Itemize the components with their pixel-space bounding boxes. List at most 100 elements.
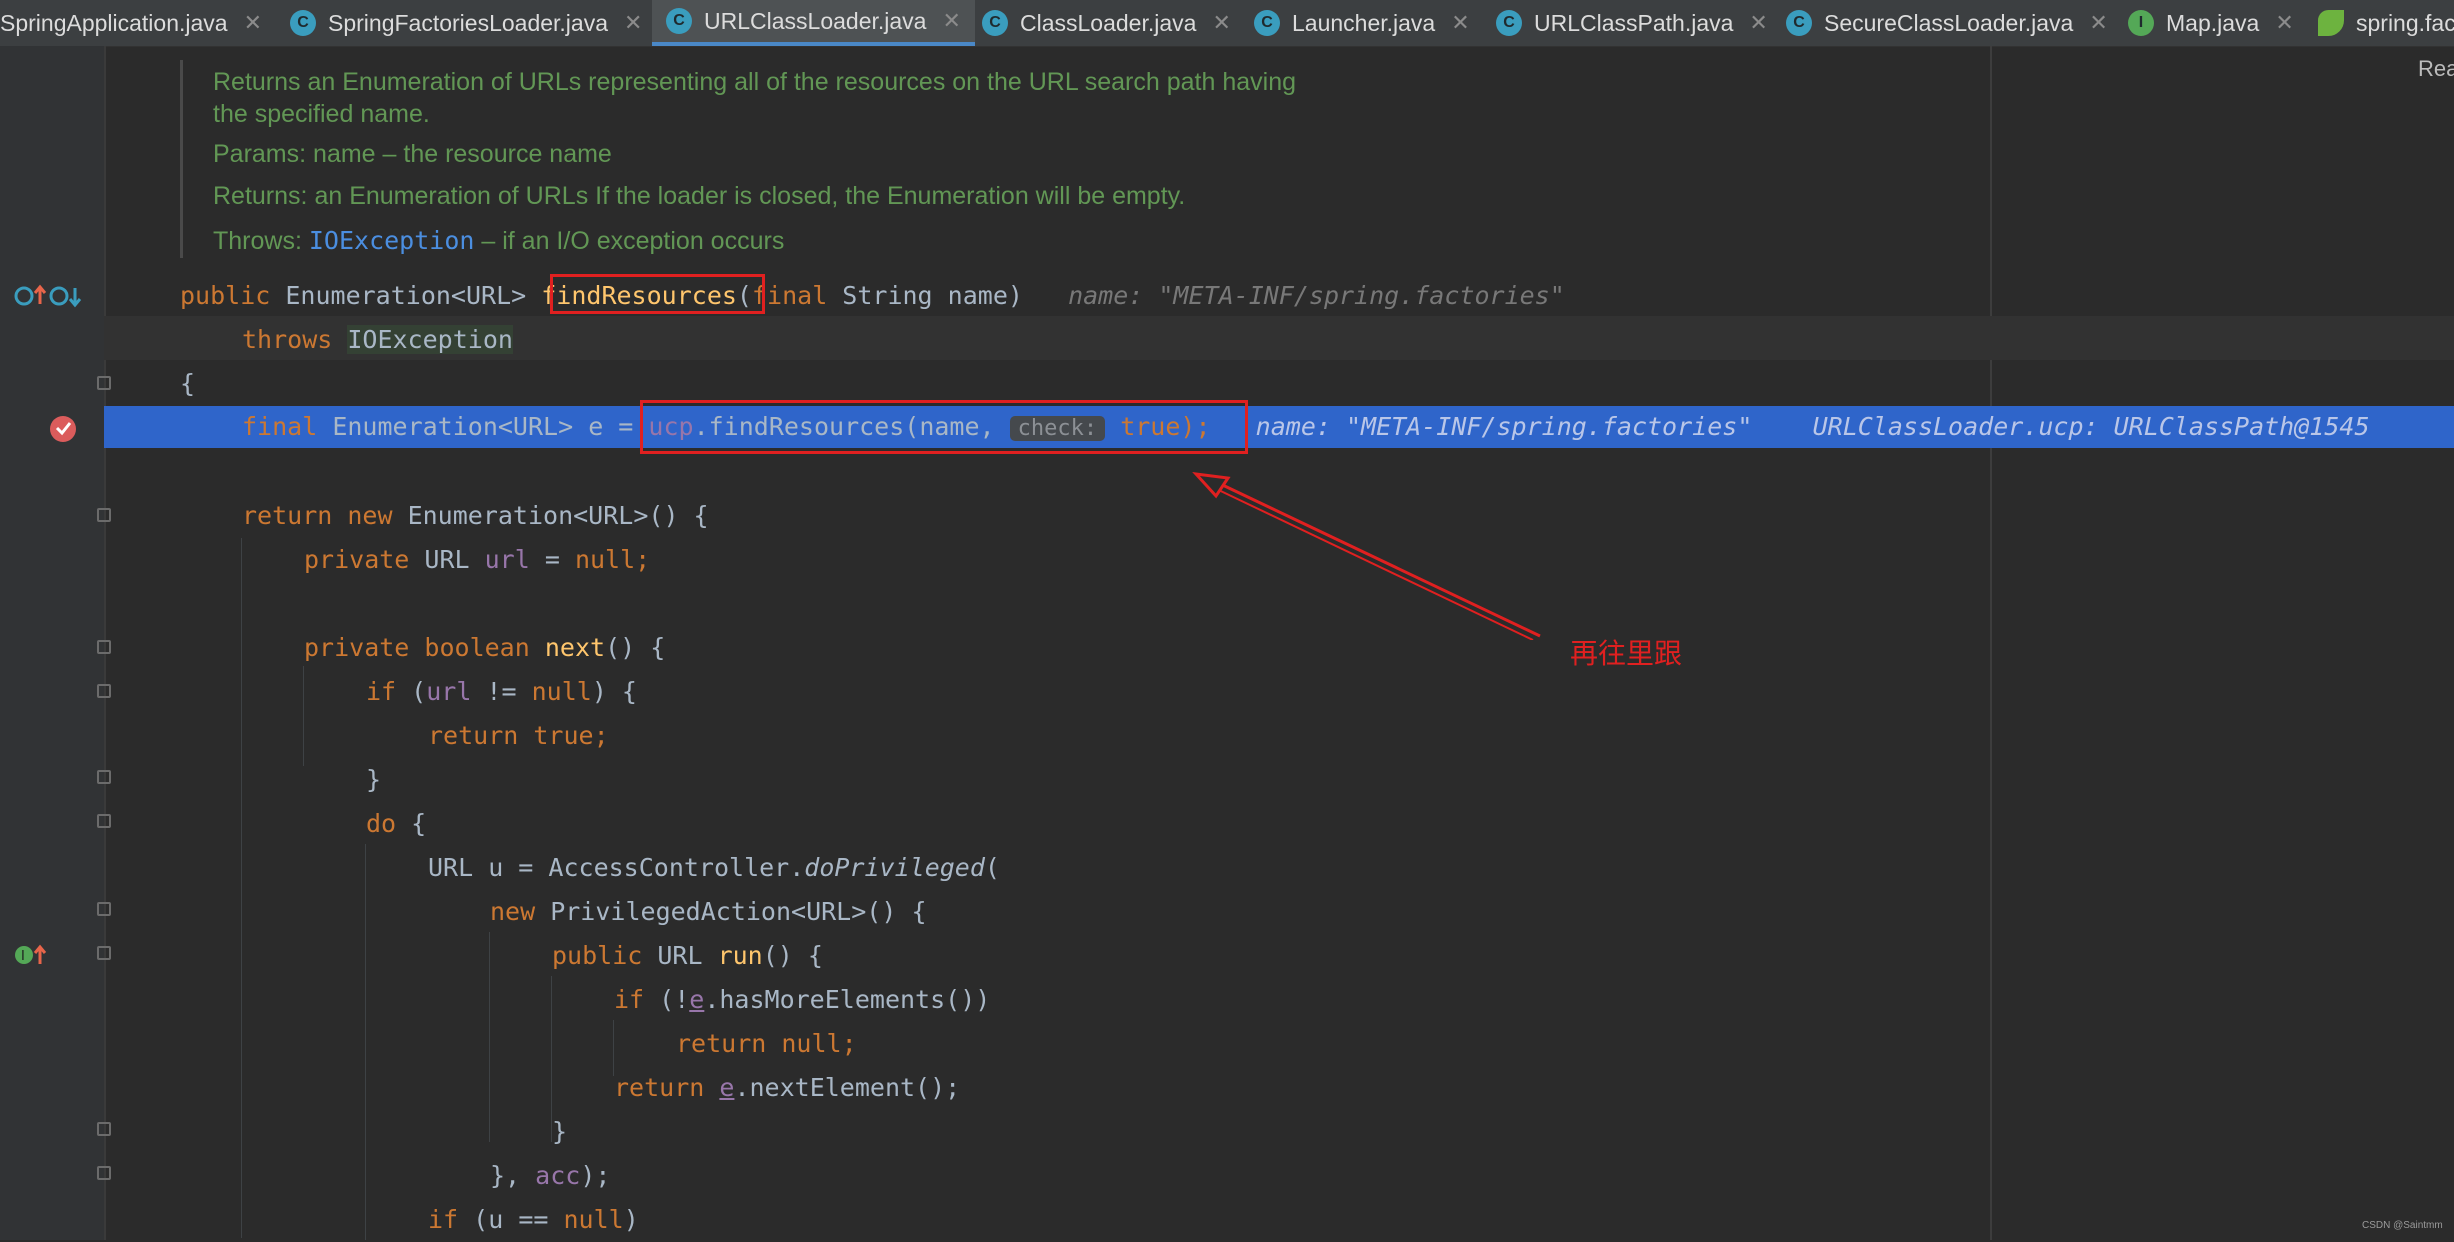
right-margin-guide xyxy=(1990,46,1992,1240)
tab-spring-factories[interactable]: spring.fac xyxy=(2318,0,2454,46)
code-line[interactable]: new PrivilegedAction<URL>() { xyxy=(490,890,927,934)
keyword: return xyxy=(614,1073,705,1102)
doc-summary-line: the specified name. xyxy=(213,100,430,128)
overrides-up-down-icon[interactable] xyxy=(12,282,82,310)
code-line[interactable]: } xyxy=(552,1110,567,1154)
code-text: .nextElement(); xyxy=(734,1073,961,1102)
code-text: != xyxy=(471,677,532,706)
code-line-execution-point[interactable]: final Enumeration<URL> e = ucp.findResou… xyxy=(242,406,2370,448)
breakpoint-icon[interactable] xyxy=(48,412,80,444)
tab-springapplication[interactable]: SpringApplication.java ✕ xyxy=(0,0,262,46)
code-line[interactable]: { xyxy=(180,362,195,406)
code-text: ) { xyxy=(591,677,637,706)
close-icon[interactable]: ✕ xyxy=(2275,10,2293,36)
fold-marker[interactable] xyxy=(97,1122,111,1136)
code-line[interactable]: public Enumeration<URL> findResources(fi… xyxy=(180,274,1565,318)
indent-guide xyxy=(241,538,242,1238)
code-line[interactable]: return new Enumeration<URL>() { xyxy=(242,494,709,538)
tab-springfactoriesloader[interactable]: C SpringFactoriesLoader.java ✕ xyxy=(290,0,642,46)
reader-mode-label[interactable]: Rea xyxy=(2418,56,2454,82)
fold-marker[interactable] xyxy=(97,814,111,828)
tab-map[interactable]: I Map.java ✕ xyxy=(2128,0,2294,46)
close-icon[interactable]: ✕ xyxy=(624,10,642,36)
code-text: ) xyxy=(623,1205,639,1234)
fold-marker[interactable] xyxy=(97,946,111,960)
code-line[interactable]: do { xyxy=(366,802,426,846)
class-icon: C xyxy=(982,10,1008,36)
debug-value-hint: URLClassLoader.ucp: URLClassPath@1545 xyxy=(1812,412,2370,441)
fold-marker[interactable] xyxy=(97,376,111,390)
doc-throws-link[interactable]: IOException xyxy=(309,226,475,255)
editor-gutter xyxy=(0,46,104,1240)
tab-urlclasspath[interactable]: C URLClassPath.java ✕ xyxy=(1496,0,1768,46)
doc-returns: Returns: an Enumeration of URLs If the l… xyxy=(213,182,1185,211)
tab-label: spring.fac xyxy=(2356,9,2454,36)
field-name: e xyxy=(719,1073,735,1102)
code-text: Enumeration<URL> xyxy=(270,281,542,310)
keyword: public xyxy=(180,281,271,310)
code-text: IOException xyxy=(347,325,513,354)
tab-launcher[interactable]: C Launcher.java ✕ xyxy=(1254,0,1470,46)
code-line[interactable]: throws IOException xyxy=(242,318,513,362)
code-text: (u == xyxy=(458,1205,564,1234)
fold-marker[interactable] xyxy=(97,770,111,784)
code-line[interactable]: return e.nextElement(); xyxy=(614,1066,960,1110)
keyword: public xyxy=(552,941,643,970)
code-line[interactable]: private URL url = null; xyxy=(304,538,650,582)
code-line[interactable]: if (!e.hasMoreElements()) xyxy=(614,978,990,1022)
debug-value-hint: name: "META-INF/spring.factories" xyxy=(1068,281,1565,310)
code-line[interactable]: private boolean next() { xyxy=(304,626,665,670)
doc-params-label: Params: xyxy=(213,140,307,168)
fold-marker[interactable] xyxy=(97,508,111,522)
code-line[interactable]: if (u == null) xyxy=(428,1198,639,1242)
code-line[interactable]: return true; xyxy=(428,714,609,758)
fold-marker[interactable] xyxy=(97,640,111,654)
tab-classloader[interactable]: C ClassLoader.java ✕ xyxy=(982,0,1231,46)
code-line[interactable]: } xyxy=(366,758,381,802)
tab-label: Map.java xyxy=(2166,9,2260,36)
code-text: (! xyxy=(644,985,690,1014)
keyword: if xyxy=(428,1205,459,1234)
code-line[interactable]: URL u = AccessController.doPrivileged( xyxy=(428,846,1000,890)
close-icon[interactable]: ✕ xyxy=(1749,10,1767,36)
method-name: next xyxy=(544,633,606,662)
keyword: new xyxy=(490,897,536,926)
class-icon: C xyxy=(666,8,692,34)
code-line[interactable]: if (url != null) { xyxy=(366,670,637,714)
code-text: () { xyxy=(762,941,823,970)
code-text: URL xyxy=(642,941,718,970)
tab-urlclassloader[interactable]: C URLClassLoader.java ✕ xyxy=(652,0,975,46)
keyword: private boolean xyxy=(304,633,530,662)
code-text: PrivilegedAction<URL>() { xyxy=(535,897,927,926)
tab-label: SpringApplication.java xyxy=(0,9,228,36)
implements-icon[interactable]: I xyxy=(14,942,48,968)
doc-returns-label: Returns: xyxy=(213,182,308,210)
code-line[interactable]: public URL run() { xyxy=(552,934,823,978)
method-name: run xyxy=(717,941,763,970)
fold-marker[interactable] xyxy=(97,684,111,698)
doc-params-text: name – the resource name xyxy=(313,140,612,168)
code-text: URL u = AccessController. xyxy=(428,853,805,882)
close-icon[interactable]: ✕ xyxy=(942,8,960,34)
keyword: final xyxy=(242,412,318,441)
close-icon[interactable]: ✕ xyxy=(1451,10,1469,36)
close-icon[interactable]: ✕ xyxy=(244,10,262,36)
code-text: ( xyxy=(984,853,1000,882)
code-text: Enumeration<URL> e = xyxy=(317,412,649,441)
close-icon[interactable]: ✕ xyxy=(2089,10,2107,36)
code-text: URL xyxy=(409,545,485,574)
fold-marker[interactable] xyxy=(97,902,111,916)
doc-summary-line: Returns an Enumeration of URLs represent… xyxy=(213,68,1297,96)
tab-secureclassloader[interactable]: C SecureClassLoader.java ✕ xyxy=(1786,0,2108,46)
tab-label: URLClassPath.java xyxy=(1534,9,1734,36)
doc-returns-text: an Enumeration of URLs If the loader is … xyxy=(314,182,1186,210)
code-text: }, xyxy=(490,1161,536,1190)
doc-params: Params: name – the resource name xyxy=(213,140,612,169)
interface-icon: I xyxy=(2128,10,2154,36)
code-line[interactable]: return null; xyxy=(676,1022,857,1066)
code-line[interactable]: }, acc); xyxy=(490,1154,610,1198)
tab-label: SecureClassLoader.java xyxy=(1824,9,2074,36)
highlight-box-method xyxy=(550,274,765,314)
fold-marker[interactable] xyxy=(97,1166,111,1180)
close-icon[interactable]: ✕ xyxy=(1212,10,1230,36)
